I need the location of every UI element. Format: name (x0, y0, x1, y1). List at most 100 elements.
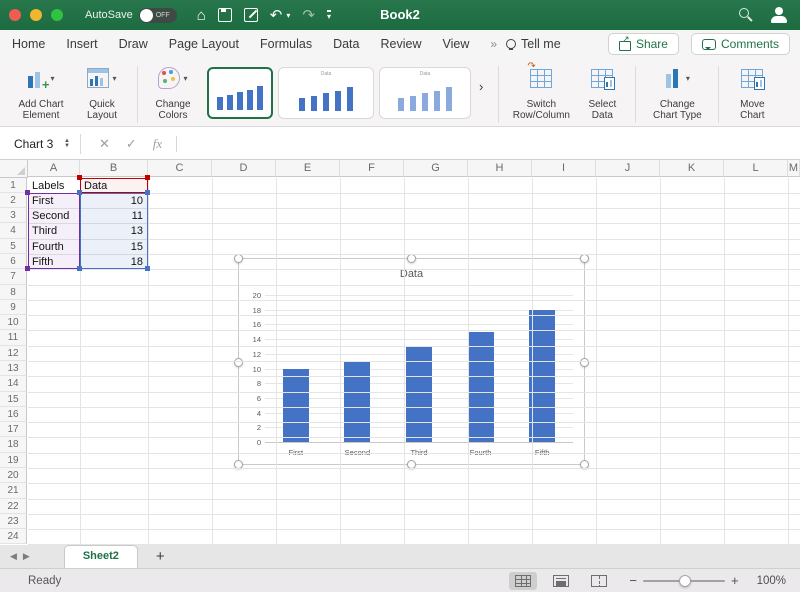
range-handle[interactable] (145, 266, 150, 271)
account-avatar-icon[interactable] (770, 7, 788, 23)
zoom-slider[interactable] (643, 580, 725, 582)
add-sheet-button[interactable]: + (156, 549, 165, 564)
switch-row-column-button[interactable]: Switch Row/Column (506, 63, 576, 126)
chart-bar-second[interactable] (344, 361, 370, 442)
row-header-7[interactable]: 7 (0, 269, 27, 284)
name-box-stepper[interactable]: ▲ ▼ (64, 139, 70, 149)
row-header-9[interactable]: 9 (0, 300, 27, 315)
row-header-1[interactable]: 1 (0, 178, 27, 193)
nav-right-icon[interactable]: ▶ (23, 551, 36, 561)
row-header-14[interactable]: 14 (0, 376, 27, 391)
range-handle[interactable] (25, 266, 30, 271)
range-handle[interactable] (145, 190, 150, 195)
tab-draw[interactable]: Draw (119, 37, 148, 51)
column-header-A[interactable]: A (28, 160, 80, 177)
column-header-E[interactable]: E (276, 160, 340, 177)
range-handle[interactable] (77, 266, 82, 271)
cell-A6[interactable]: Fifth (32, 255, 75, 270)
chart-style-3[interactable]: Data (379, 67, 471, 119)
tell-me-button[interactable]: Tell me (506, 37, 561, 51)
range-handle[interactable] (145, 175, 150, 180)
zoom-out-button[interactable]: − (629, 573, 637, 588)
enter-icon[interactable]: ✓ (126, 136, 137, 152)
page-layout-view-button[interactable] (547, 572, 575, 590)
row-header-6[interactable]: 6 (0, 254, 27, 269)
cell-A1[interactable]: Labels (32, 179, 75, 194)
chart-resize-handle[interactable] (580, 358, 589, 367)
row-header-19[interactable]: 19 (0, 453, 27, 468)
tab-view[interactable]: View (442, 37, 469, 51)
move-chart-button[interactable]: Move Chart (726, 63, 778, 126)
toolbar-overflow-icon[interactable]: ▾ (327, 10, 331, 20)
row-header-13[interactable]: 13 (0, 361, 27, 376)
column-header-D[interactable]: D (212, 160, 276, 177)
close-window-button[interactable] (9, 9, 21, 21)
zoom-slider-knob[interactable] (679, 575, 691, 587)
row-header-20[interactable]: 20 (0, 468, 27, 483)
tab-formulas[interactable]: Formulas (260, 37, 312, 51)
chart-resize-handle[interactable] (234, 254, 243, 263)
row-header-12[interactable]: 12 (0, 346, 27, 361)
search-icon[interactable] (739, 8, 754, 23)
cell-A4[interactable]: Third (32, 224, 75, 239)
column-header-H[interactable]: H (468, 160, 532, 177)
minimize-window-button[interactable] (30, 9, 42, 21)
chart-resize-handle[interactable] (234, 358, 243, 367)
column-header-G[interactable]: G (404, 160, 468, 177)
column-header-F[interactable]: F (340, 160, 404, 177)
chart-bar-fourth[interactable] (468, 332, 494, 442)
normal-view-button[interactable] (509, 572, 537, 590)
row-header-21[interactable]: 21 (0, 483, 27, 498)
worksheet-grid[interactable]: Data 02468101214161820FirstSecondThirdFo… (0, 160, 800, 545)
home-icon[interactable]: ⌂ (197, 8, 206, 23)
nav-left-icon[interactable]: ◀ (10, 551, 23, 561)
formula-input[interactable] (177, 128, 800, 159)
row-header-18[interactable]: 18 (0, 437, 27, 452)
cell-B3[interactable]: 11 (84, 209, 143, 224)
row-header-10[interactable]: 10 (0, 315, 27, 330)
add-chart-element-button[interactable]: ▾ Add Chart Element (8, 63, 74, 126)
save-icon[interactable] (218, 8, 232, 22)
sheet-tab-sheet2[interactable]: Sheet2 (64, 545, 138, 569)
row-header-15[interactable]: 15 (0, 392, 27, 407)
comments-button[interactable]: Comments (691, 33, 790, 55)
insert-function-icon[interactable]: fx (153, 136, 162, 152)
change-colors-button[interactable]: ▾ Change Colors (145, 63, 201, 126)
row-header-2[interactable]: 2 (0, 193, 27, 208)
row-header-23[interactable]: 23 (0, 514, 27, 529)
range-handle[interactable] (77, 175, 82, 180)
chart-style-2[interactable]: Data (278, 67, 374, 119)
row-header-11[interactable]: 11 (0, 330, 27, 345)
cell-B4[interactable]: 13 (84, 224, 143, 239)
row-header-4[interactable]: 4 (0, 223, 27, 238)
sheet-nav-arrows[interactable]: ◀▶ (10, 551, 36, 562)
share-button[interactable]: Share (608, 33, 679, 55)
page-break-view-button[interactable] (585, 572, 613, 590)
cancel-icon[interactable]: ✕ (99, 136, 110, 152)
cell-A3[interactable]: Second (32, 209, 75, 224)
name-box[interactable]: Chart 3 (14, 137, 60, 151)
tab-review[interactable]: Review (380, 37, 421, 51)
cell-B5[interactable]: 15 (84, 240, 143, 255)
column-header-J[interactable]: J (596, 160, 660, 177)
fullscreen-window-button[interactable] (51, 9, 63, 21)
select-all-corner[interactable] (0, 160, 28, 178)
chart-bar-first[interactable] (283, 369, 309, 443)
row-header-17[interactable]: 17 (0, 422, 27, 437)
column-header-C[interactable]: C (148, 160, 212, 177)
autosave-toggle[interactable]: OFF (139, 8, 177, 23)
undo-icon[interactable]: ↶ (270, 8, 283, 23)
chart-style-1-selected[interactable] (207, 67, 273, 119)
chart-resize-handle[interactable] (407, 254, 416, 263)
cell-A5[interactable]: Fourth (32, 240, 75, 255)
cell-B6[interactable]: 18 (84, 255, 143, 270)
select-data-button[interactable]: Select Data (576, 63, 628, 126)
range-handle[interactable] (25, 190, 30, 195)
column-header-M[interactable]: M (788, 160, 800, 177)
cell-B2[interactable]: 10 (84, 194, 143, 209)
row-header-8[interactable]: 8 (0, 285, 27, 300)
range-handle[interactable] (77, 190, 82, 195)
column-header-L[interactable]: L (724, 160, 788, 177)
undo-chevron-icon[interactable]: ▾ (286, 11, 290, 20)
column-header-I[interactable]: I (532, 160, 596, 177)
